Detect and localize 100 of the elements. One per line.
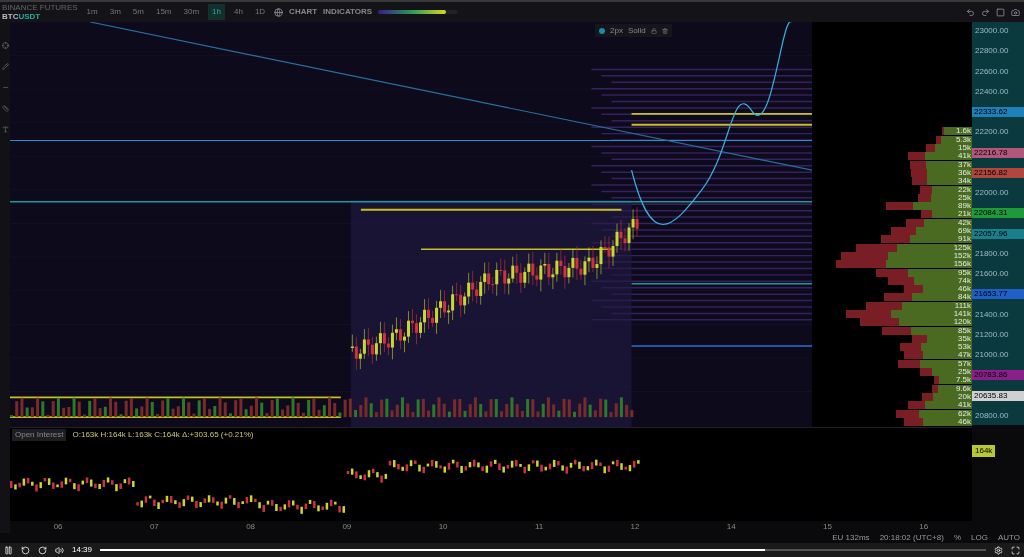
volume-label: 120k bbox=[946, 318, 972, 327]
camera-icon[interactable] bbox=[1011, 7, 1020, 17]
line-color-swatch[interactable] bbox=[599, 27, 605, 34]
volume-label: 1.6k bbox=[946, 127, 972, 136]
timeframe-tab[interactable]: 1D bbox=[251, 4, 269, 20]
time-label: 07 bbox=[149, 521, 159, 533]
indicators-button[interactable]: INDICATORS bbox=[323, 6, 373, 18]
price-tag: 21653.77 bbox=[972, 289, 1024, 300]
timeframe-tab[interactable]: 15m bbox=[152, 4, 175, 20]
time-label: 06 bbox=[53, 521, 63, 533]
timeframe-tab[interactable]: 30m bbox=[180, 4, 203, 20]
fullscreen-icon[interactable] bbox=[1011, 545, 1020, 555]
clock-label: 20:18:02 (UTC+8) bbox=[879, 532, 944, 544]
volume-label: 36k bbox=[946, 168, 972, 177]
volume-icon[interactable] bbox=[55, 545, 64, 555]
price-label: 21800.00 bbox=[974, 248, 1010, 259]
sell-volume-bar bbox=[912, 177, 928, 186]
price-label: 21400.00 bbox=[974, 309, 1010, 320]
settings-icon[interactable] bbox=[994, 545, 1003, 555]
timeframe-tab[interactable]: 1h bbox=[208, 4, 225, 20]
pause-icon[interactable] bbox=[4, 545, 13, 555]
price-label: 21200.00 bbox=[974, 329, 1010, 340]
log-button[interactable]: LOG bbox=[971, 532, 988, 544]
volume-label: 57k bbox=[946, 359, 972, 368]
price-label: 21000.00 bbox=[974, 350, 1010, 360]
time-label: 12 bbox=[630, 521, 640, 533]
line-width-option[interactable]: 2px bbox=[610, 24, 623, 37]
volume-label: 111k bbox=[946, 301, 972, 310]
forward-icon[interactable] bbox=[38, 545, 47, 555]
volume-label: 84k bbox=[946, 293, 972, 302]
price-label: 20800.00 bbox=[974, 410, 1010, 421]
undo-icon[interactable] bbox=[966, 7, 975, 17]
timeframe-tab[interactable]: 1m bbox=[83, 4, 101, 20]
volume-label: 34k bbox=[946, 177, 972, 186]
volume-label: 62k bbox=[946, 409, 972, 418]
price-label: 21600.00 bbox=[974, 269, 1010, 279]
volume-label: 37k bbox=[946, 160, 972, 169]
layout-icon[interactable] bbox=[996, 7, 1005, 17]
volume-label: 47k bbox=[946, 351, 972, 360]
sell-volume-bar bbox=[860, 318, 899, 327]
volume-label: 91k bbox=[946, 235, 972, 244]
price-tag: 22156.82 bbox=[972, 167, 1024, 178]
volume-label: 46k bbox=[946, 417, 972, 426]
sell-volume-bar bbox=[910, 160, 927, 169]
volume-label: 46k bbox=[946, 285, 972, 294]
volume-label: 20k bbox=[946, 392, 972, 401]
sell-volume-bar bbox=[918, 193, 931, 202]
sell-volume-bar bbox=[881, 235, 911, 244]
volume-label: 9.6k bbox=[946, 384, 972, 393]
time-label: 09 bbox=[342, 521, 352, 533]
price-tag: 22057.96 bbox=[972, 228, 1024, 239]
price-tag: 22216.78 bbox=[972, 147, 1024, 158]
volume-label: 69k bbox=[946, 227, 972, 235]
pencil-icon[interactable] bbox=[1, 63, 9, 70]
volume-label: 21k bbox=[946, 210, 972, 219]
price-label: 22800.00 bbox=[974, 46, 1010, 57]
lock-icon[interactable] bbox=[650, 27, 657, 34]
indicator-name-label: Open Interest bbox=[12, 428, 67, 441]
connection-status: EU 132ms bbox=[832, 532, 870, 544]
crosshair-icon[interactable] bbox=[1, 42, 9, 49]
globe-icon[interactable] bbox=[274, 7, 284, 17]
line-style-option[interactable]: Solid bbox=[627, 24, 646, 37]
time-label: 08 bbox=[246, 521, 256, 533]
trash-icon[interactable] bbox=[661, 27, 668, 34]
sell-volume-bar bbox=[866, 301, 902, 310]
timeframe-tab[interactable]: 4h bbox=[230, 4, 246, 20]
symbol-label[interactable]: BTCUSDT bbox=[2, 12, 78, 21]
timeframe-tab[interactable]: 3m bbox=[106, 4, 124, 20]
text-icon[interactable] bbox=[1, 126, 9, 133]
price-label: 22200.00 bbox=[974, 127, 1010, 138]
volume-label: 15k bbox=[946, 144, 972, 153]
sell-volume-bar bbox=[904, 351, 923, 360]
time-label: 14 bbox=[726, 521, 736, 533]
volume-label: 25k bbox=[946, 193, 972, 202]
volume-label: 125k bbox=[946, 243, 972, 252]
auto-button[interactable]: AUTO bbox=[997, 532, 1020, 544]
price-label: 22600.00 bbox=[974, 66, 1010, 77]
exchange-label: BINANCE FUTURES bbox=[2, 3, 78, 12]
line-icon[interactable] bbox=[1, 84, 9, 91]
volume-label: 25k bbox=[946, 368, 972, 377]
volume-label: 22k bbox=[946, 185, 972, 194]
indicator-values: O:163k H:164k L:163k C:164k Δ:+303.65 (+0.21%) bbox=[72, 428, 254, 441]
chart-button[interactable]: CHART bbox=[289, 6, 318, 18]
percent-button[interactable]: % bbox=[953, 532, 961, 544]
volume-label: 85k bbox=[946, 326, 972, 335]
volume-label: 156k bbox=[946, 260, 972, 269]
price-tag: 22333.62 bbox=[972, 107, 1024, 117]
volume-label: 95k bbox=[946, 268, 972, 277]
indicator-value-tag: 164k bbox=[972, 445, 996, 457]
rewind-icon[interactable] bbox=[21, 545, 30, 555]
time-label: 16 bbox=[919, 521, 929, 533]
price-tag: 20635.83 bbox=[972, 390, 1024, 401]
sell-volume-bar bbox=[904, 417, 923, 426]
sell-volume-bar bbox=[920, 185, 932, 194]
volume-label: 141k bbox=[946, 310, 972, 318]
redo-icon[interactable] bbox=[981, 7, 990, 17]
volume-label: 89k bbox=[946, 202, 972, 211]
volume-label: 41k bbox=[946, 152, 972, 161]
timeframe-tab[interactable]: 5m bbox=[129, 4, 147, 20]
price-tag: 22084.31 bbox=[972, 208, 1024, 219]
